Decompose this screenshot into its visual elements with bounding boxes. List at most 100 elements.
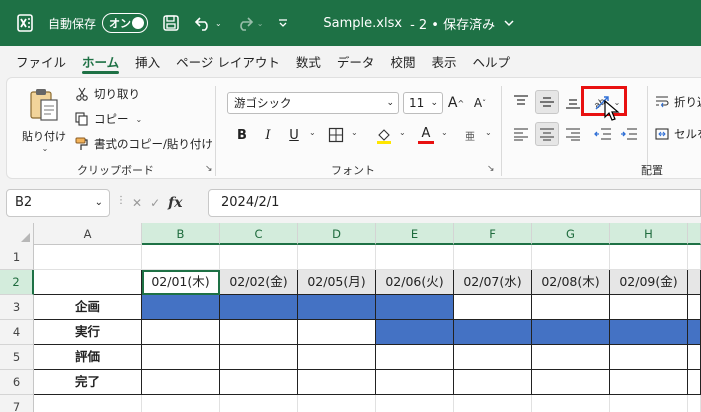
tab-6[interactable]: 校閲	[382, 46, 423, 76]
task-label-cell[interactable]: 実行	[34, 320, 142, 345]
fill-color-button[interactable]	[373, 124, 395, 146]
cell[interactable]	[688, 395, 701, 412]
cell[interactable]	[220, 345, 298, 370]
cell[interactable]	[34, 270, 142, 295]
column-header-F[interactable]: F	[454, 223, 532, 245]
cell[interactable]	[376, 395, 454, 412]
cell[interactable]	[610, 320, 688, 345]
cell[interactable]	[298, 395, 376, 412]
row-header-6[interactable]: 6	[0, 370, 34, 395]
column-header-D[interactable]: D	[298, 223, 376, 245]
cell[interactable]	[454, 395, 532, 412]
align-middle-button[interactable]	[535, 90, 559, 114]
tab-1[interactable]: ホーム	[74, 46, 127, 76]
cell[interactable]	[610, 370, 688, 395]
cell[interactable]	[454, 370, 532, 395]
cell[interactable]	[376, 245, 454, 270]
cell[interactable]	[688, 295, 701, 320]
cell[interactable]	[298, 295, 376, 320]
decrease-indent-button[interactable]	[591, 122, 615, 146]
cell[interactable]	[610, 245, 688, 270]
document-title[interactable]: Sample.xlsx - 2 • 保存済み	[323, 14, 515, 33]
align-top-button[interactable]	[509, 90, 533, 114]
cell[interactable]	[220, 295, 298, 320]
autosave-toggle[interactable]: オン	[102, 13, 149, 33]
cell[interactable]	[220, 320, 298, 345]
cell[interactable]	[454, 295, 532, 320]
active-cell[interactable]: 02/01(木)	[142, 270, 220, 295]
font-color-chevron-icon[interactable]: ⌄	[441, 128, 448, 137]
cell[interactable]	[142, 245, 220, 270]
cell[interactable]	[298, 320, 376, 345]
cell[interactable]	[532, 320, 610, 345]
cell[interactable]	[610, 345, 688, 370]
cell[interactable]	[220, 245, 298, 270]
increase-indent-button[interactable]	[617, 122, 641, 146]
cut-button[interactable]: 切り取り	[75, 86, 140, 102]
cell[interactable]	[376, 345, 454, 370]
cell[interactable]	[532, 295, 610, 320]
cell[interactable]	[610, 295, 688, 320]
cell[interactable]	[376, 370, 454, 395]
task-label-cell[interactable]: 完了	[34, 370, 142, 395]
date-header-cell[interactable]: 02/09(金)	[610, 270, 688, 295]
row-header-5[interactable]: 5	[0, 345, 34, 370]
column-header-H[interactable]: H	[610, 223, 688, 245]
cell[interactable]	[220, 395, 298, 412]
column-header-B[interactable]: B	[142, 223, 220, 245]
cell[interactable]	[454, 245, 532, 270]
format-painter-button[interactable]: 書式のコピー/貼り付け	[75, 136, 213, 152]
cell[interactable]	[688, 345, 701, 370]
cell[interactable]	[532, 370, 610, 395]
align-left-button[interactable]	[509, 122, 533, 146]
phonetic-chevron-icon[interactable]: ⌄	[485, 128, 492, 137]
date-header-cell[interactable]: 02/05(月)	[298, 270, 376, 295]
font-color-button[interactable]: A	[415, 124, 437, 146]
copy-button[interactable]: コピー ⌄	[75, 111, 142, 127]
row-header-4[interactable]: 4	[0, 320, 34, 345]
date-header-cell[interactable]: 02/07(水)	[454, 270, 532, 295]
date-header-cell[interactable]	[688, 270, 701, 295]
date-header-cell[interactable]: 02/08(木)	[532, 270, 610, 295]
cell[interactable]	[142, 295, 220, 320]
tab-0[interactable]: ファイル	[8, 46, 74, 76]
column-header-A[interactable]: A	[34, 223, 142, 245]
redo-button[interactable]: ⌄	[236, 14, 263, 32]
italic-button[interactable]: I	[257, 124, 279, 146]
cell[interactable]	[376, 295, 454, 320]
customize-qat-button[interactable]	[277, 17, 289, 29]
grow-font-button[interactable]: A ^	[445, 92, 467, 114]
bold-button[interactable]: B	[231, 124, 253, 146]
cell[interactable]	[220, 370, 298, 395]
cell[interactable]	[34, 395, 142, 412]
tab-4[interactable]: 数式	[288, 46, 329, 76]
cell[interactable]	[688, 320, 701, 345]
column-header-partial[interactable]	[688, 223, 701, 245]
date-header-cell[interactable]: 02/02(金)	[220, 270, 298, 295]
row-header-2[interactable]: 2	[0, 270, 34, 295]
cell[interactable]	[688, 245, 701, 270]
align-center-button[interactable]	[535, 122, 559, 146]
borders-button[interactable]	[325, 124, 347, 146]
cell[interactable]	[532, 395, 610, 412]
wrap-text-button[interactable]: 折り返	[655, 94, 701, 110]
column-header-G[interactable]: G	[532, 223, 610, 245]
cell[interactable]	[298, 370, 376, 395]
cell[interactable]	[298, 345, 376, 370]
fill-color-chevron-icon[interactable]: ⌄	[399, 128, 406, 137]
formula-input[interactable]: 2024/2/1	[208, 189, 701, 217]
save-button[interactable]	[162, 14, 180, 32]
cell[interactable]	[532, 345, 610, 370]
name-box[interactable]: B2 ⌄	[6, 189, 110, 217]
cell[interactable]	[34, 245, 142, 270]
cancel-icon[interactable]: ✕	[132, 196, 142, 210]
paste-button[interactable]: 貼り付け ⌄	[19, 86, 69, 156]
tab-7[interactable]: 表示	[423, 46, 464, 76]
undo-button[interactable]: ⌄	[194, 14, 222, 32]
font-size-select[interactable]: 11 ⌄	[403, 92, 443, 114]
row-header-1[interactable]: 1	[0, 245, 34, 270]
borders-options-chevron-icon[interactable]: ⌄	[351, 128, 358, 137]
merge-center-button[interactable]: セルを	[655, 126, 701, 142]
tab-2[interactable]: 挿入	[127, 46, 168, 76]
font-name-select[interactable]: 游ゴシック ⌄	[227, 92, 399, 114]
